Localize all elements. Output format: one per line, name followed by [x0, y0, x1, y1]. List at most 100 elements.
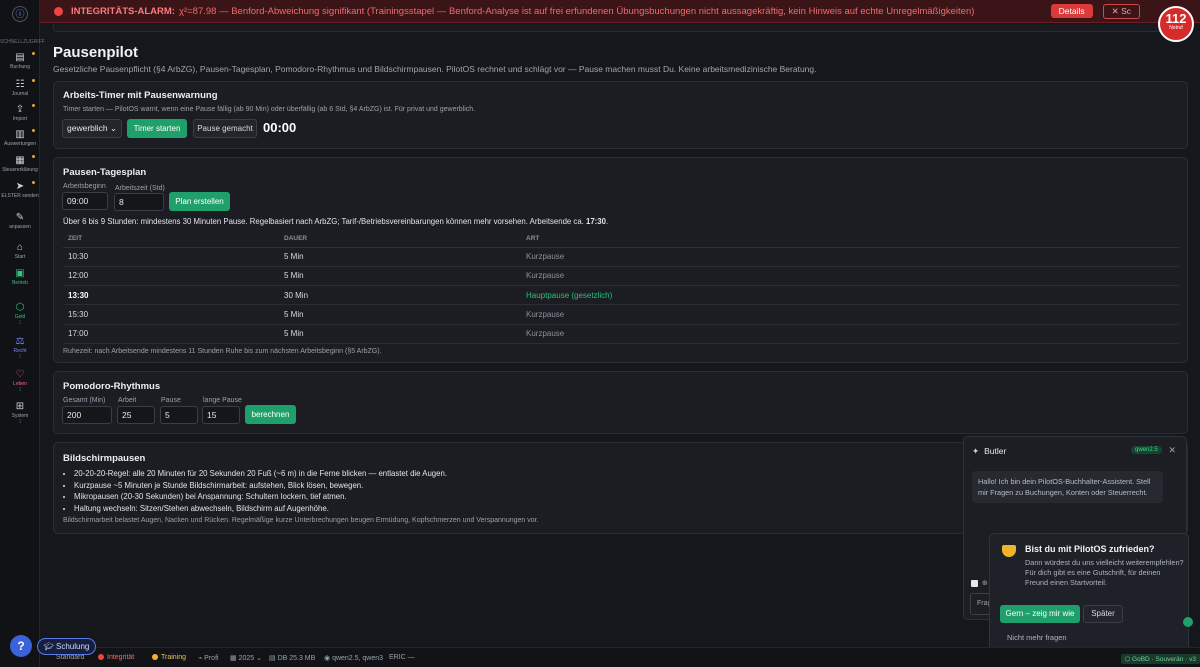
never-ask-link[interactable]: Nicht mehr fragen: [1007, 633, 1067, 642]
chat-send-icon[interactable]: [1183, 617, 1193, 627]
column-header-duration: DAUER: [279, 231, 521, 248]
satisfaction-body: Dann würdest du uns vielleicht weiteremp…: [1025, 558, 1184, 587]
alarm-title: INTEGRITÄTS-ALARM:: [71, 5, 175, 17]
alarm-details-button[interactable]: Details: [1050, 4, 1093, 18]
emergency-112-button[interactable]: 112 Notruf: [1158, 6, 1194, 42]
table-row: 15:30 5 Min Kurzpause: [63, 304, 1179, 325]
timer-card: Arbeits-Timer mit Pausenwarnung Timer st…: [53, 81, 1188, 149]
satisfaction-title: Bist du mit PilotOS zufrieden?: [1025, 544, 1155, 554]
status-models: ◉ qwen2.5, qwen3: [324, 655, 384, 662]
hours-input[interactable]: 8: [114, 193, 164, 211]
status-year[interactable]: ▦ 2025 ⌄: [230, 654, 262, 662]
butler-message: Hallo! Ich bin dein PilotOS-Buchhalter-A…: [972, 471, 1163, 503]
alarm-text: χ²=87.98 — Benford-Abweichung signifikan…: [178, 5, 975, 17]
sidebar-item-import[interactable]: ⇪ Import: [0, 104, 40, 122]
timer-mode-select[interactable]: gewerblich ⌄: [62, 119, 122, 138]
heart-hands-icon: [1002, 545, 1016, 557]
list-item: Mikropausen (20-30 Sekunden) bei Anspann…: [74, 491, 447, 503]
work-input[interactable]: 25: [117, 406, 155, 424]
timer-start-button[interactable]: Timer starten: [127, 119, 187, 138]
sidebar-item-elster[interactable]: ➤ ELSTER senden: [0, 181, 40, 199]
rest-period-note: Ruhezeit: nach Arbeitsende mindestens 11…: [63, 348, 382, 355]
status-compliance-badge: ⬡ GoBD · Souverän · v3: [1120, 654, 1200, 664]
grid-icon: ⊞: [15, 401, 25, 412]
column-header-time: ZEIT: [63, 231, 279, 248]
sidebar-item-anpassen[interactable]: ✎ anpassen: [0, 212, 40, 230]
calculate-button[interactable]: berechnen: [245, 405, 296, 424]
sidebar-section-betrieb[interactable]: ▣ Betrieb: [0, 268, 40, 286]
sidebar-item-buchung[interactable]: ▤ Buchung: [0, 52, 40, 70]
favorite-star-icon: [32, 52, 35, 55]
sidebar-item-journal[interactable]: ☷ Journal: [0, 79, 40, 97]
butler-option-label: ⊕: [982, 580, 988, 587]
heart-icon: ♡: [15, 369, 25, 380]
pause-input[interactable]: 5: [160, 406, 198, 424]
favorite-star-icon: [32, 181, 35, 184]
close-icon[interactable]: ✕: [1168, 445, 1176, 456]
help-button[interactable]: ?: [10, 635, 32, 657]
sidebar-section-leben[interactable]: ♡ Leben 1: [0, 369, 40, 393]
screen-breaks-note: Bildschirmarbeit belastet Augen, Nacken …: [63, 517, 539, 524]
work-label: Arbeit: [118, 397, 137, 404]
model-icon: ◉: [324, 655, 333, 662]
long-pause-label: lange Pause: [203, 397, 242, 404]
plan-title: Pausen-Tagesplan: [63, 167, 147, 178]
pomodoro-title: Pomodoro-Rhythmus: [63, 381, 161, 392]
break-plan-table: ZEIT DAUER ART 10:30 5 Min Kurzpause 12:00…: [63, 231, 1179, 344]
total-minutes-input[interactable]: 200: [62, 406, 112, 424]
pause-done-button[interactable]: Pause gemacht: [193, 119, 257, 138]
page-title: Pausenpilot: [53, 44, 139, 61]
status-bar: Standard Integrität Training ⌁ Profi ▦ 2…: [40, 647, 1200, 667]
hours-label: Arbeitszeit (Std): [115, 185, 165, 192]
integrity-alarm-banner: INTEGRITÄTS-ALARM: χ²=87.98 — Benford-Ab…: [40, 0, 1200, 23]
favorite-star-icon: [32, 104, 35, 107]
table-row: 12:00 5 Min Kurzpause: [63, 266, 1179, 287]
recommend-yes-button[interactable]: Gern – zeig mir wie: [1000, 605, 1080, 623]
chevron-down-icon: ⌄: [109, 123, 117, 133]
sparkle-icon: ✦: [972, 446, 980, 456]
sidebar: ⓘ SCHNELLZUGRIFF ▤ Buchung ☷ Journal ⇪ Impo…: [0, 0, 45, 667]
calendar-icon: ▦: [230, 655, 239, 662]
butler-option-checkbox[interactable]: [971, 580, 978, 587]
sidebar-section-system[interactable]: ⊞ System 1: [0, 401, 40, 425]
timer-description: Timer starten — PilotOS warnt, wenn eine…: [63, 106, 476, 113]
satisfaction-popup: Bist du mit PilotOS zufrieden? Dann würd…: [989, 533, 1189, 652]
column-header-type: ART: [521, 231, 1179, 248]
list-item: 20-20-20-Regel: alle 20 Minuten für 20 S…: [74, 468, 447, 480]
pilotos-logo-icon[interactable]: ⓘ: [12, 6, 28, 22]
table-row: 17:00 5 Min Kurzpause: [63, 324, 1179, 344]
sidebar-section-recht[interactable]: ⚖ Recht 1: [0, 336, 40, 360]
create-plan-button[interactable]: Plan erstellen: [169, 192, 230, 211]
long-pause-input[interactable]: 15: [202, 406, 240, 424]
status-standard[interactable]: Standard: [56, 654, 84, 661]
status-integrity[interactable]: Integrität: [98, 654, 134, 661]
start-time-label: Arbeitsbeginn: [63, 183, 106, 190]
status-profi[interactable]: ⌁ Profi: [198, 654, 219, 662]
status-training[interactable]: Training: [152, 654, 186, 661]
database-icon: ▤: [269, 655, 278, 662]
schulung-mode-button[interactable]: 🎓︎ Schulung: [37, 638, 96, 655]
integrity-dot-icon: [98, 654, 104, 660]
plan-summary: Über 6 bis 9 Stunden: mindestens 30 Minu…: [63, 217, 609, 226]
sidebar-section-start[interactable]: ⌂ Start: [0, 242, 40, 260]
previous-card-edge: [53, 24, 1188, 32]
training-dot-icon: [152, 654, 158, 660]
pause-label: Pause: [161, 397, 181, 404]
alarm-close-button[interactable]: ✕ Sc: [1102, 3, 1140, 19]
screen-breaks-title: Bildschirmpausen: [63, 453, 146, 464]
model-badge: qwen2.5: [1131, 446, 1162, 454]
status-db-size: ▤ DB 25.3 MB: [269, 655, 316, 662]
status-eric: ERIC —: [389, 654, 415, 661]
quick-access-caption: SCHNELLZUGRIFF: [0, 39, 45, 45]
start-time-input[interactable]: 09:00: [62, 192, 108, 210]
break-plan-card: Pausen-Tagesplan Arbeitsbeginn 09:00 Arb…: [53, 157, 1188, 363]
later-button[interactable]: Später: [1083, 605, 1123, 623]
sidebar-item-steuererklaerung[interactable]: ▦ Steuererklärung: [0, 155, 40, 173]
pomodoro-card: Pomodoro-Rhythmus Gesamt (Min) 200 Arbei…: [53, 371, 1188, 434]
sidebar-item-auswertungen[interactable]: ▥ Auswertungen: [0, 129, 40, 147]
sidebar-section-geld[interactable]: ⬡ Geld 1: [0, 302, 40, 326]
alarm-dot-icon: [54, 6, 63, 16]
favorite-star-icon: [32, 79, 35, 82]
pencil-icon: ✎: [15, 212, 25, 223]
list-item: Haltung wechseln: Sitzen/Stehen abwechse…: [74, 503, 447, 515]
